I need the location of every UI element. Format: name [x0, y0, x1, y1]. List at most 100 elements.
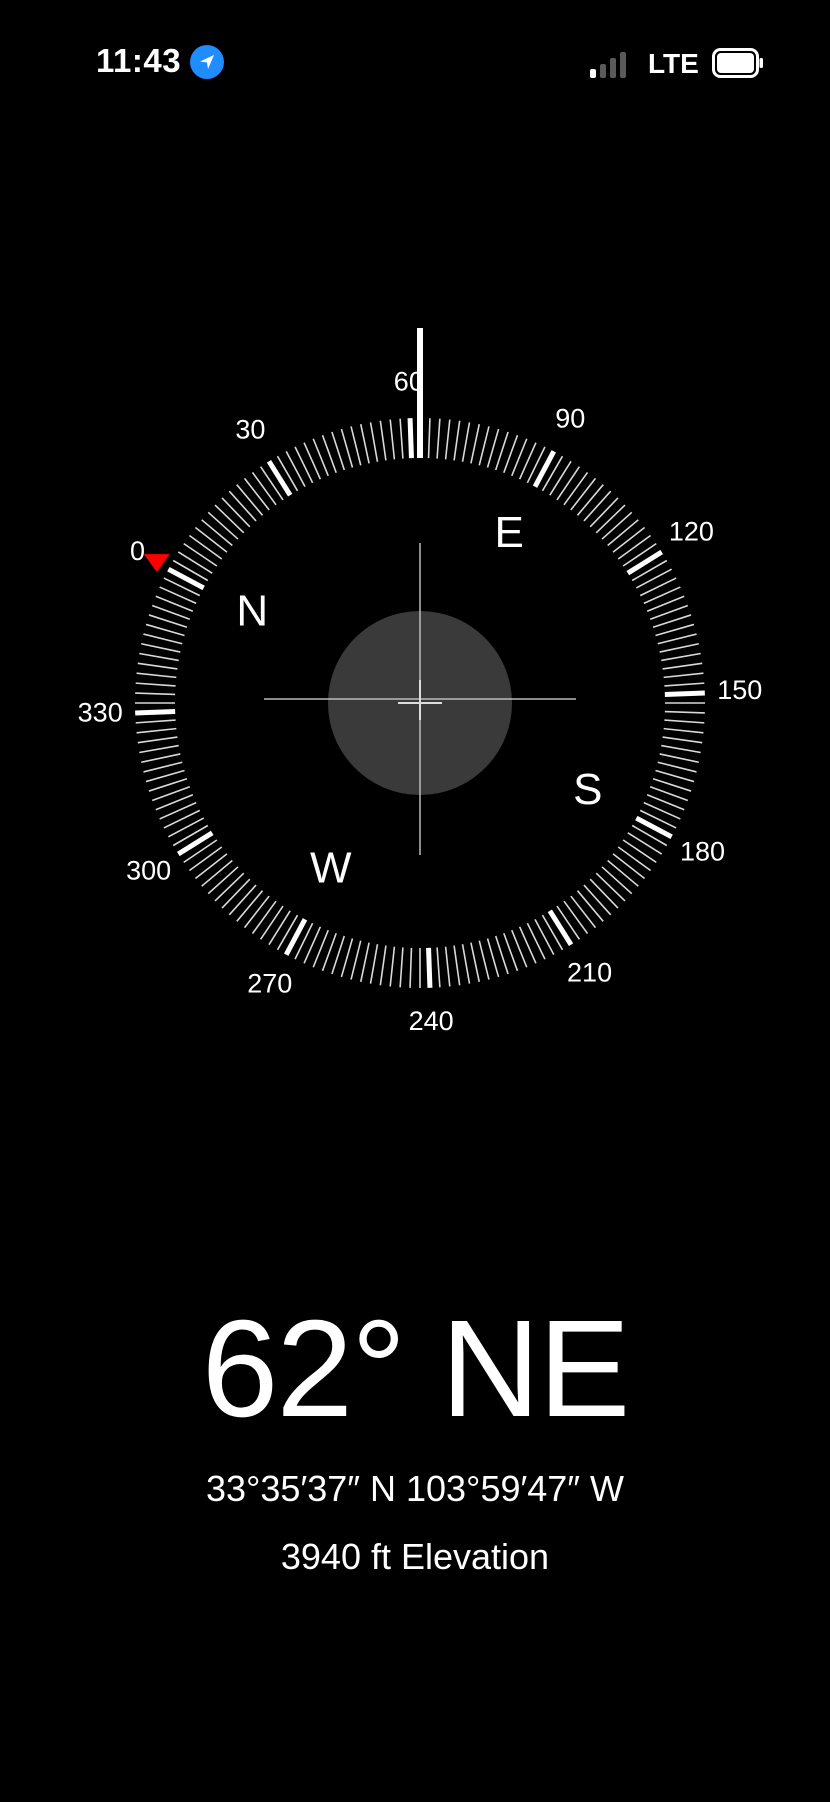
compass-tick — [635, 815, 673, 840]
compass-tick — [369, 422, 379, 462]
compass-tick — [664, 682, 705, 687]
compass-tick — [266, 459, 293, 497]
compass-tick — [228, 884, 257, 916]
compass-tick — [583, 490, 612, 522]
compass-tick — [662, 662, 703, 670]
compass-tick — [176, 830, 214, 857]
cardinal-e: E — [495, 508, 524, 557]
compass-tick — [139, 652, 179, 662]
compass-tick — [532, 450, 557, 488]
compass-tick — [183, 839, 218, 864]
compass-tick — [243, 895, 270, 929]
compass-tick — [183, 542, 218, 567]
compass-tick — [141, 753, 181, 764]
compass-tick — [635, 568, 673, 589]
compass-tick — [664, 710, 705, 714]
compass-tick — [607, 519, 639, 547]
compass-tick — [236, 484, 264, 516]
compass-tick — [137, 662, 178, 670]
compass-tick — [136, 727, 177, 734]
compass-tick — [276, 455, 299, 492]
compass-tick — [663, 727, 704, 734]
compass-tick — [379, 945, 387, 986]
compass-degree-label: 90 — [555, 404, 585, 434]
compass-tick — [661, 744, 701, 754]
compass-tick — [478, 940, 490, 980]
compass-tick — [285, 450, 306, 488]
compass-tick — [236, 890, 264, 922]
compass-tick — [426, 947, 433, 988]
compass-tick — [407, 418, 414, 459]
compass-tick — [177, 551, 213, 574]
compass-dial[interactable]: 0306090120150180210240270300330 NESW — [0, 0, 830, 1120]
compass-tick — [663, 672, 704, 679]
compass-tick — [556, 466, 581, 501]
compass-tick — [601, 866, 633, 895]
compass-tick — [659, 642, 699, 653]
compass-tick — [617, 846, 652, 872]
compass-tick — [639, 577, 677, 597]
compass-tick — [139, 744, 179, 754]
compass-tick — [251, 900, 277, 935]
compass-tick — [409, 947, 413, 988]
compass-tick — [251, 471, 277, 506]
compass-tick — [194, 526, 228, 553]
compass-tick — [470, 424, 481, 464]
compass-tick — [617, 534, 652, 560]
compass-tick — [427, 418, 431, 459]
compass-tick — [631, 824, 668, 847]
compass-tick — [145, 769, 185, 783]
compass-tick — [541, 455, 564, 492]
compass-tick — [470, 942, 481, 982]
compass-tick — [436, 418, 441, 459]
compass-tick — [583, 884, 612, 916]
compass-tick — [661, 652, 701, 662]
compass-tick — [340, 428, 354, 468]
compass-tick — [172, 559, 209, 582]
compass-tick — [486, 938, 500, 978]
compass-tick — [172, 824, 209, 847]
compass-tick — [214, 504, 245, 534]
compass-tick — [259, 905, 284, 940]
compass-tick — [188, 534, 223, 560]
compass-tick — [141, 642, 181, 653]
compass-degree-label: 270 — [247, 969, 292, 999]
compass-tick — [549, 460, 572, 496]
compass-tick — [576, 484, 604, 516]
compass-tick — [143, 761, 183, 773]
compass-tick — [589, 497, 619, 528]
compass-tick — [547, 909, 574, 947]
compass-tick — [657, 761, 697, 773]
compass-tick — [135, 719, 176, 724]
compass-tick — [259, 466, 284, 501]
compass-tick — [622, 839, 657, 864]
compass-tick — [643, 801, 681, 820]
compass-tick — [143, 633, 183, 645]
compass-tick — [359, 424, 370, 464]
compass-tick — [662, 736, 703, 744]
compass-tick — [221, 878, 251, 909]
bearing-marker — [143, 554, 170, 573]
compass-tick — [541, 914, 564, 951]
compass-tick — [534, 918, 555, 956]
compass-tick — [350, 426, 362, 466]
compass-tick — [556, 905, 581, 940]
compass-tick — [526, 922, 546, 960]
cardinal-n: N — [236, 586, 268, 635]
compass-tick — [612, 526, 646, 553]
compass-tick — [657, 633, 697, 645]
compass-tick — [194, 853, 228, 880]
compass-tick — [478, 426, 490, 466]
compass-tick — [486, 428, 500, 468]
compass-tick — [595, 872, 626, 902]
compass-degree-label: 300 — [126, 856, 171, 886]
compass-tick — [655, 623, 695, 637]
compass-degree-label: 330 — [78, 697, 123, 727]
compass-tick — [453, 420, 461, 461]
compass-tick — [607, 859, 639, 887]
compass-tick — [303, 926, 322, 964]
compass-tick — [563, 471, 589, 506]
compass-tick — [570, 895, 597, 929]
coordinates-readout: 33°35′37″ N 103°59′47″ W — [205, 1468, 625, 1509]
compass-tick — [379, 420, 387, 461]
